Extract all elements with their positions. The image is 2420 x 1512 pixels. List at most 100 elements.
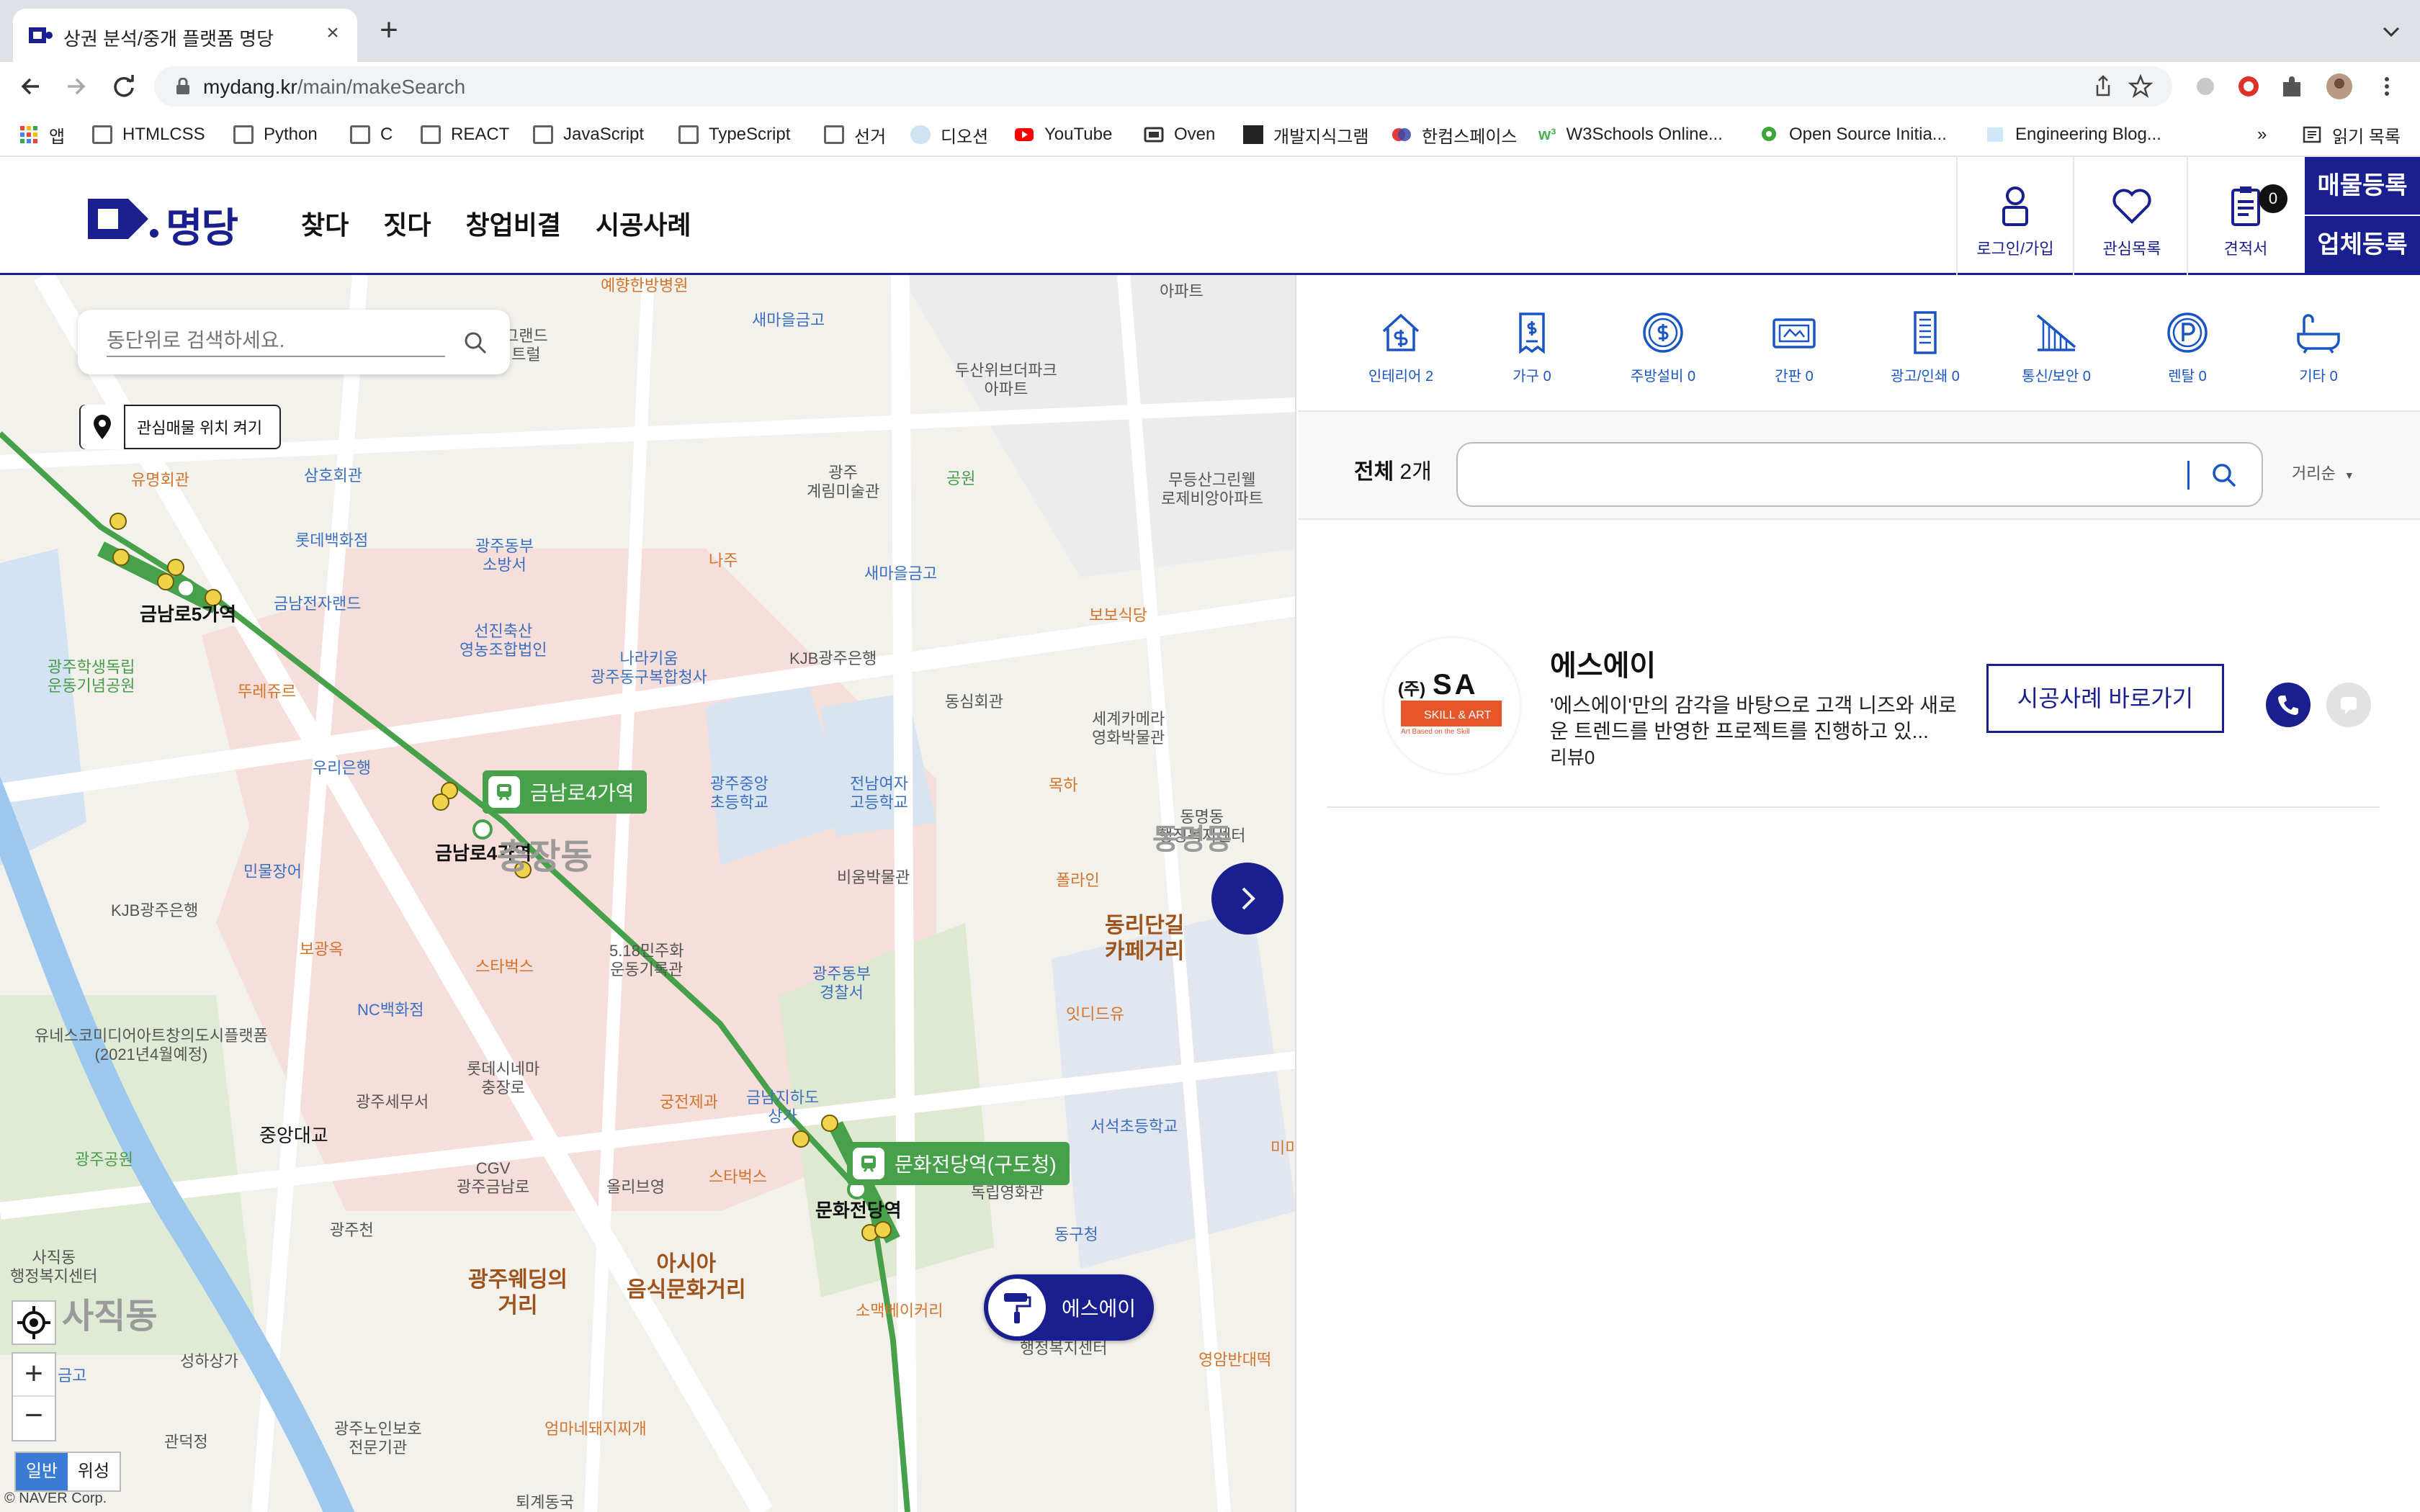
- map-poi[interactable]: 금고: [58, 1367, 86, 1385]
- bookmark-election[interactable]: 선거: [824, 124, 886, 147]
- bookmark-javascript[interactable]: JavaScript: [533, 124, 644, 145]
- favorite-location-toggle[interactable]: 관심매물 위치 켜기: [79, 405, 281, 449]
- estimate-button[interactable]: 견적서 0: [2188, 179, 2303, 272]
- map-view[interactable]: 예향한방병원 새마을금고 그랜드 트럴 두산위브더파크 아파트 아파트 유명회관…: [0, 275, 1296, 1512]
- map-poi[interactable]: 폴라인: [1056, 871, 1100, 890]
- map-poi[interactable]: 롯데시네마 충장로: [467, 1060, 539, 1098]
- map-station-label[interactable]: 금남로5가역: [140, 603, 236, 626]
- map-poi[interactable]: 올리브영: [606, 1178, 665, 1197]
- map-poi[interactable]: 뚜레쥬르: [238, 683, 296, 701]
- reading-list[interactable]: 읽기 목록: [2302, 124, 2401, 147]
- map-poi[interactable]: 동심회관: [945, 693, 1003, 711]
- map-poi[interactable]: 동구청: [1054, 1225, 1098, 1244]
- address-bar[interactable]: mydang.kr/main/makeSearch: [154, 66, 2172, 107]
- map-poi[interactable]: 금남지하도 상가: [746, 1089, 819, 1127]
- map-poi[interactable]: 보보식당: [1089, 606, 1147, 625]
- map-type-satellite[interactable]: 위성: [68, 1453, 120, 1490]
- map-poi[interactable]: 그랜드 트럴: [504, 327, 548, 365]
- map-poi[interactable]: 스타벅스: [709, 1168, 767, 1187]
- map-poi[interactable]: 5.18민주화 운동기록관: [609, 942, 684, 980]
- company-map-marker[interactable]: 에스에이: [984, 1274, 1154, 1341]
- list-search-box[interactable]: [1456, 442, 2263, 507]
- map-poi[interactable]: 새마을금고: [752, 311, 825, 330]
- bookmark-w3schools[interactable]: w³ W3Schools Online...: [1538, 124, 1723, 145]
- category-advertising[interactable]: 광고/인쇄 0: [1871, 310, 1979, 385]
- map-poi[interactable]: 잇디드유: [1066, 1005, 1124, 1024]
- map-poi[interactable]: 우리은행: [313, 759, 371, 778]
- map-poi[interactable]: 금남전자랜드: [274, 595, 361, 613]
- bookmark-opensource[interactable]: Open Source Initia...: [1759, 124, 1947, 145]
- map-poi[interactable]: 서석초등학교: [1090, 1117, 1178, 1136]
- category-rental[interactable]: 렌탈 0: [2133, 310, 2241, 385]
- map-poi[interactable]: 엄마네돼지찌개: [544, 1420, 647, 1439]
- bookmarks-overflow[interactable]: »: [2257, 124, 2267, 145]
- bookmark-engineering[interactable]: Engineering Blog...: [1985, 124, 2161, 145]
- bookmark-hancom[interactable]: 한컴스페이스: [1392, 124, 1517, 147]
- map-poi[interactable]: KJB광주은행: [789, 649, 877, 668]
- map-poi[interactable]: 아파트: [1160, 282, 1204, 301]
- new-tab-icon[interactable]: +: [373, 14, 405, 48]
- bookmark-star-icon[interactable]: [2128, 73, 2154, 99]
- map-poi[interactable]: 비움박물관: [837, 868, 910, 887]
- bookmark-devknowledge[interactable]: 개발지식그램: [1243, 124, 1368, 147]
- reload-icon[interactable]: [105, 68, 143, 105]
- map-poi[interactable]: 나주: [709, 552, 738, 570]
- forward-arrow-icon[interactable]: [56, 68, 94, 105]
- map-poi[interactable]: 미미: [1270, 1139, 1295, 1158]
- bookmark-htmlcss[interactable]: HTMLCSS: [92, 124, 205, 145]
- bookmark-typescript[interactable]: TypeScript: [678, 124, 790, 145]
- bookmark-youtube[interactable]: YouTube: [1014, 124, 1112, 145]
- browser-tab[interactable]: 상권 분석/중개 플랫폼 명당 ×: [13, 9, 357, 62]
- tab-close-icon[interactable]: ×: [320, 20, 346, 46]
- map-poi[interactable]: 예향한방병원: [601, 276, 688, 295]
- bookmark-react[interactable]: REACT: [421, 124, 509, 145]
- map-station-label[interactable]: 문화전당역: [815, 1200, 902, 1222]
- map-poi[interactable]: 민물장어: [243, 863, 302, 881]
- map-poi[interactable]: 관덕정: [164, 1433, 208, 1452]
- category-telecom-security[interactable]: 통신/보안 0: [2002, 310, 2110, 385]
- sort-dropdown[interactable]: 거리순 ▼: [2292, 461, 2354, 484]
- extension-red-icon[interactable]: [2234, 72, 2263, 101]
- map-poi[interactable]: 광주세무서: [356, 1093, 429, 1112]
- map-poi[interactable]: 무등산그린웰 로제비앙아파트: [1161, 471, 1263, 509]
- map-poi[interactable]: 사직동 행정복지센터: [10, 1248, 97, 1287]
- map-poi[interactable]: 두산위브더파크 아파트: [955, 361, 1057, 400]
- search-icon[interactable]: [2210, 461, 2238, 490]
- category-interior[interactable]: 인테리어 2: [1347, 310, 1455, 385]
- map-type-normal[interactable]: 일반: [16, 1453, 68, 1490]
- phone-call-button[interactable]: [2266, 683, 2311, 727]
- category-signboard[interactable]: 간판 0: [1740, 310, 1848, 385]
- category-kitchen[interactable]: 주방설비 0: [1609, 310, 1717, 385]
- back-arrow-icon[interactable]: [13, 68, 50, 105]
- map-poi[interactable]: 유네스코미디어아트창의도시플랫폼 (2021년4월예정): [35, 1027, 268, 1065]
- station-label-geumnamro4[interactable]: 금남로4가역: [483, 770, 647, 814]
- map-search-input[interactable]: [107, 325, 445, 357]
- map-poi[interactable]: KJB광주은행: [111, 901, 198, 920]
- map-poi[interactable]: 선진축산 영농조합법인: [460, 622, 547, 660]
- map-poi[interactable]: NC백화점: [357, 1001, 424, 1020]
- menu-kebab-icon[interactable]: [2372, 72, 2401, 101]
- profile-avatar-icon[interactable]: [2325, 72, 2354, 101]
- panel-next-arrow-button[interactable]: [1211, 863, 1283, 935]
- lock-icon[interactable]: [176, 78, 190, 95]
- map-poi[interactable]: 광주공원: [75, 1151, 133, 1169]
- map-poi[interactable]: 보광옥: [300, 940, 344, 959]
- map-poi[interactable]: 목하: [1049, 776, 1077, 795]
- map-poi[interactable]: 광주 계림미술관: [807, 464, 879, 502]
- map-poi[interactable]: 나라키움 광주동구복합청사: [591, 649, 707, 688]
- map-poi[interactable]: 행정복지센터: [1020, 1339, 1107, 1358]
- map-poi[interactable]: 스타벅스: [475, 958, 534, 976]
- extension-grey-icon[interactable]: [2191, 72, 2220, 101]
- nav-construction-cases[interactable]: 시공사례: [596, 204, 691, 242]
- map-poi[interactable]: 성하상가: [180, 1352, 238, 1371]
- map-poi[interactable]: 광주천: [330, 1221, 374, 1240]
- map-poi[interactable]: 삼호회관: [304, 467, 362, 485]
- map-poi[interactable]: 전남여자 고등학교: [850, 775, 908, 813]
- zoom-in-button[interactable]: +: [13, 1354, 55, 1397]
- map-poi[interactable]: 소맥베이커리: [856, 1302, 943, 1320]
- map-poi[interactable]: 광주동부 경찰서: [812, 965, 871, 1003]
- company-name[interactable]: 에스에이: [1550, 642, 1656, 684]
- favorites-button[interactable]: 관심목록: [2074, 179, 2190, 272]
- map-poi[interactable]: 퇴계동국: [516, 1493, 574, 1512]
- map-poi[interactable]: 유명회관: [131, 471, 189, 490]
